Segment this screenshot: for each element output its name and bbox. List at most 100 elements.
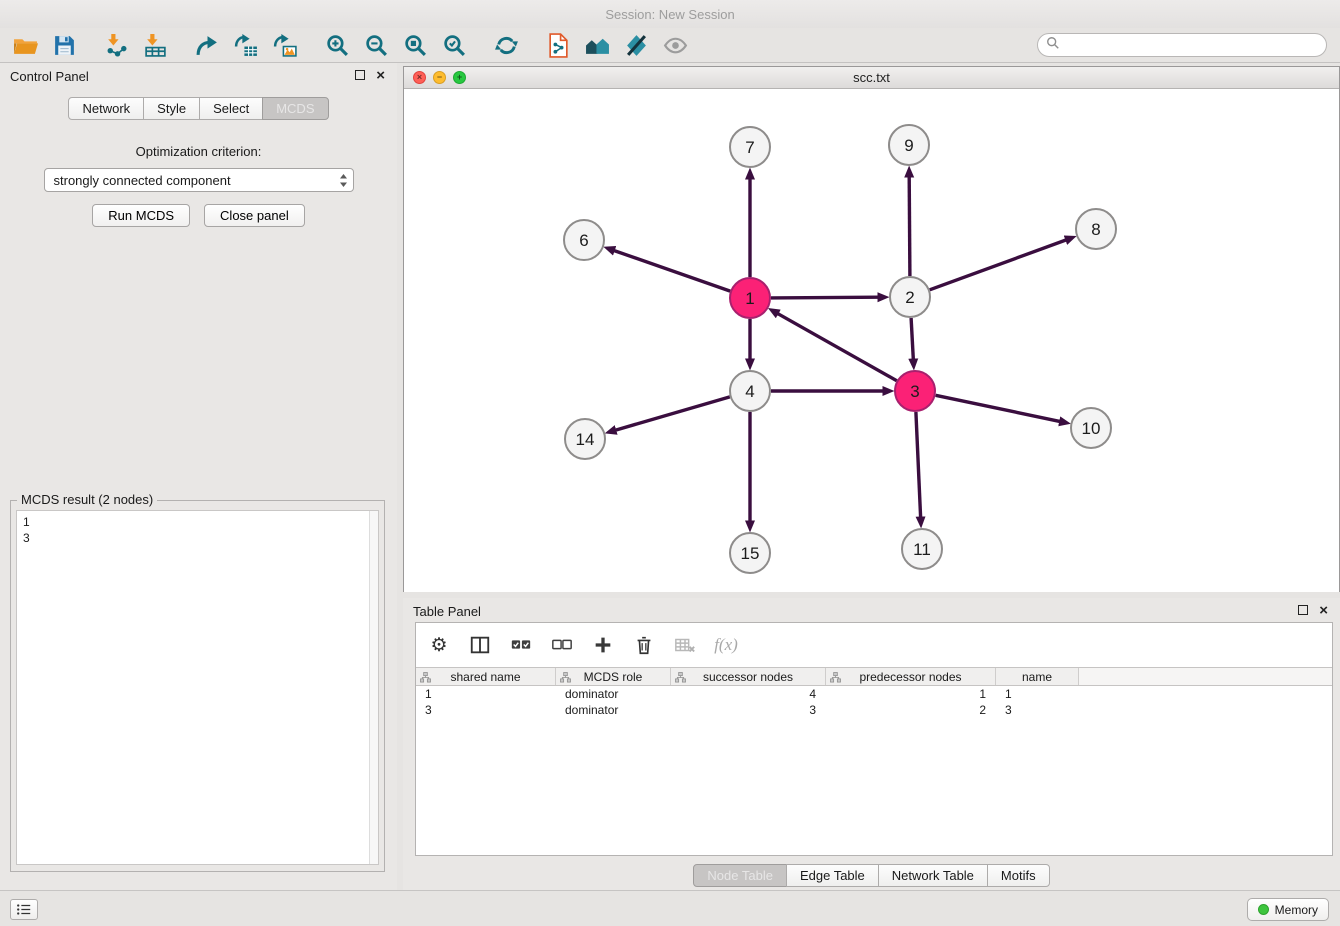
network-window-titlebar[interactable]: × − + scc.txt xyxy=(404,67,1339,89)
import-table-file-icon[interactable] xyxy=(140,30,170,60)
zoom-window-icon[interactable]: + xyxy=(453,71,466,84)
close-panel-icon[interactable]: × xyxy=(376,67,385,85)
document-network-icon[interactable] xyxy=(543,30,573,60)
table-row[interactable]: 1dominator411 xyxy=(416,686,1332,702)
svg-text:15: 15 xyxy=(741,544,760,563)
zoom-out-icon[interactable] xyxy=(361,30,391,60)
graph-node-14[interactable]: 14 xyxy=(565,419,605,459)
graph-node-3[interactable]: 3 xyxy=(895,371,935,411)
optimization-criterion-label: Optimization criterion: xyxy=(0,144,397,159)
column-header-predecessor-nodes[interactable]: predecessor nodes xyxy=(826,668,996,685)
control-panel: Control Panel × Network Style Select MCD… xyxy=(0,63,397,890)
tab-network[interactable]: Network xyxy=(68,97,144,120)
graphics-details-icon[interactable] xyxy=(621,30,651,60)
open-session-icon[interactable] xyxy=(10,30,40,60)
main-toolbar xyxy=(0,28,1340,63)
mcds-buttons-row: Run MCDS Close panel xyxy=(0,204,397,227)
export-table-icon[interactable] xyxy=(231,30,261,60)
status-bar: Memory xyxy=(0,890,1340,926)
optimization-select-value: strongly connected component xyxy=(54,173,231,188)
window-controls: × − + xyxy=(413,71,466,84)
tab-motifs[interactable]: Motifs xyxy=(987,864,1050,887)
graph-node-1[interactable]: 1 xyxy=(730,278,770,318)
export-group xyxy=(192,30,300,60)
hide-details-eye-icon[interactable] xyxy=(660,30,690,60)
graph-node-10[interactable]: 10 xyxy=(1071,408,1111,448)
graph-node-2[interactable]: 2 xyxy=(890,277,930,317)
svg-text:1: 1 xyxy=(745,289,754,308)
close-panel-button[interactable]: Close panel xyxy=(204,204,305,227)
svg-text:9: 9 xyxy=(904,136,913,155)
apply-layout-icon[interactable] xyxy=(491,30,521,60)
zoom-fit-icon[interactable] xyxy=(400,30,430,60)
run-mcds-button[interactable]: Run MCDS xyxy=(92,204,190,227)
search-input[interactable] xyxy=(1065,35,1326,55)
delete-column-trash-icon[interactable] xyxy=(631,632,657,658)
graph-edge-3-11[interactable] xyxy=(916,412,921,517)
tab-mcds[interactable]: MCDS xyxy=(262,97,328,120)
graph-edge-1-6[interactable] xyxy=(614,251,730,292)
network-canvas[interactable]: 7 9 6 8 1 2 4 3 14 10 15 11 xyxy=(404,89,1339,592)
close-window-icon[interactable]: × xyxy=(413,71,426,84)
select-all-rows-icon[interactable] xyxy=(508,632,534,658)
table-panel-title: Table Panel xyxy=(413,604,481,619)
column-label: name xyxy=(1022,670,1052,684)
table-cell: 3 xyxy=(416,703,556,717)
network-graph-svg: 7 9 6 8 1 2 4 3 14 10 15 11 xyxy=(404,89,1339,592)
svg-text:7: 7 xyxy=(745,138,754,157)
tab-network-table[interactable]: Network Table xyxy=(878,864,988,887)
import-network-file-icon[interactable] xyxy=(101,30,131,60)
float-panel-icon[interactable] xyxy=(355,70,365,80)
memory-button[interactable]: Memory xyxy=(1247,898,1329,921)
zoom-in-icon[interactable] xyxy=(322,30,352,60)
add-column-icon[interactable] xyxy=(590,632,616,658)
column-label: MCDS role xyxy=(584,670,643,684)
svg-text:3: 3 xyxy=(910,382,919,401)
mcds-result-line: 1 xyxy=(23,514,372,530)
column-header-shared-name[interactable]: shared name xyxy=(416,668,556,685)
memory-button-label: Memory xyxy=(1275,903,1318,917)
export-network-icon[interactable] xyxy=(192,30,222,60)
search-box[interactable] xyxy=(1037,33,1327,57)
task-history-button[interactable] xyxy=(10,899,38,920)
optimization-select[interactable]: strongly connected component xyxy=(44,168,354,192)
graph-node-4[interactable]: 4 xyxy=(730,371,770,411)
graph-node-7[interactable]: 7 xyxy=(730,127,770,167)
graph-node-8[interactable]: 8 xyxy=(1076,209,1116,249)
column-header-name[interactable]: name xyxy=(996,668,1079,685)
window-title: Session: New Session xyxy=(605,7,734,22)
column-header-successor-nodes[interactable]: successor nodes xyxy=(671,668,826,685)
graph-edge-2-3[interactable] xyxy=(911,318,913,359)
graph-edge-3-1[interactable] xyxy=(778,314,897,381)
table-cell: dominator xyxy=(556,687,671,701)
graph-node-6[interactable]: 6 xyxy=(564,220,604,260)
save-session-icon[interactable] xyxy=(49,30,79,60)
close-table-panel-icon[interactable]: × xyxy=(1319,602,1328,620)
svg-text:4: 4 xyxy=(745,382,754,401)
float-table-panel-icon[interactable] xyxy=(1298,605,1308,615)
mcds-result-list[interactable]: 1 3 xyxy=(16,510,379,865)
graph-edge-2-8[interactable] xyxy=(930,240,1066,290)
graph-node-9[interactable]: 9 xyxy=(889,125,929,165)
table-row[interactable]: 3dominator323 xyxy=(416,702,1332,718)
column-header-mcds-role[interactable]: MCDS role xyxy=(556,668,671,685)
graph-node-11[interactable]: 11 xyxy=(902,529,942,569)
show-columns-icon[interactable] xyxy=(467,632,493,658)
tab-style[interactable]: Style xyxy=(143,97,200,120)
graph-edge-2-9[interactable] xyxy=(909,177,910,276)
tab-select[interactable]: Select xyxy=(199,97,263,120)
deselect-all-rows-icon[interactable] xyxy=(549,632,575,658)
zoom-selected-icon[interactable] xyxy=(439,30,469,60)
svg-text:2: 2 xyxy=(905,288,914,307)
graph-edge-4-14[interactable] xyxy=(616,397,730,430)
graph-node-15[interactable]: 15 xyxy=(730,533,770,573)
minimize-window-icon[interactable]: − xyxy=(433,71,446,84)
table-settings-gear-icon[interactable]: ⚙ xyxy=(426,632,452,658)
graph-edge-3-10[interactable] xyxy=(936,395,1060,421)
result-scrollbar[interactable] xyxy=(369,511,378,864)
export-image-icon[interactable] xyxy=(270,30,300,60)
graph-edge-1-2[interactable] xyxy=(771,297,878,298)
network-overview-icon[interactable] xyxy=(582,30,612,60)
tab-node-table[interactable]: Node Table xyxy=(693,864,787,887)
tab-edge-table[interactable]: Edge Table xyxy=(786,864,879,887)
